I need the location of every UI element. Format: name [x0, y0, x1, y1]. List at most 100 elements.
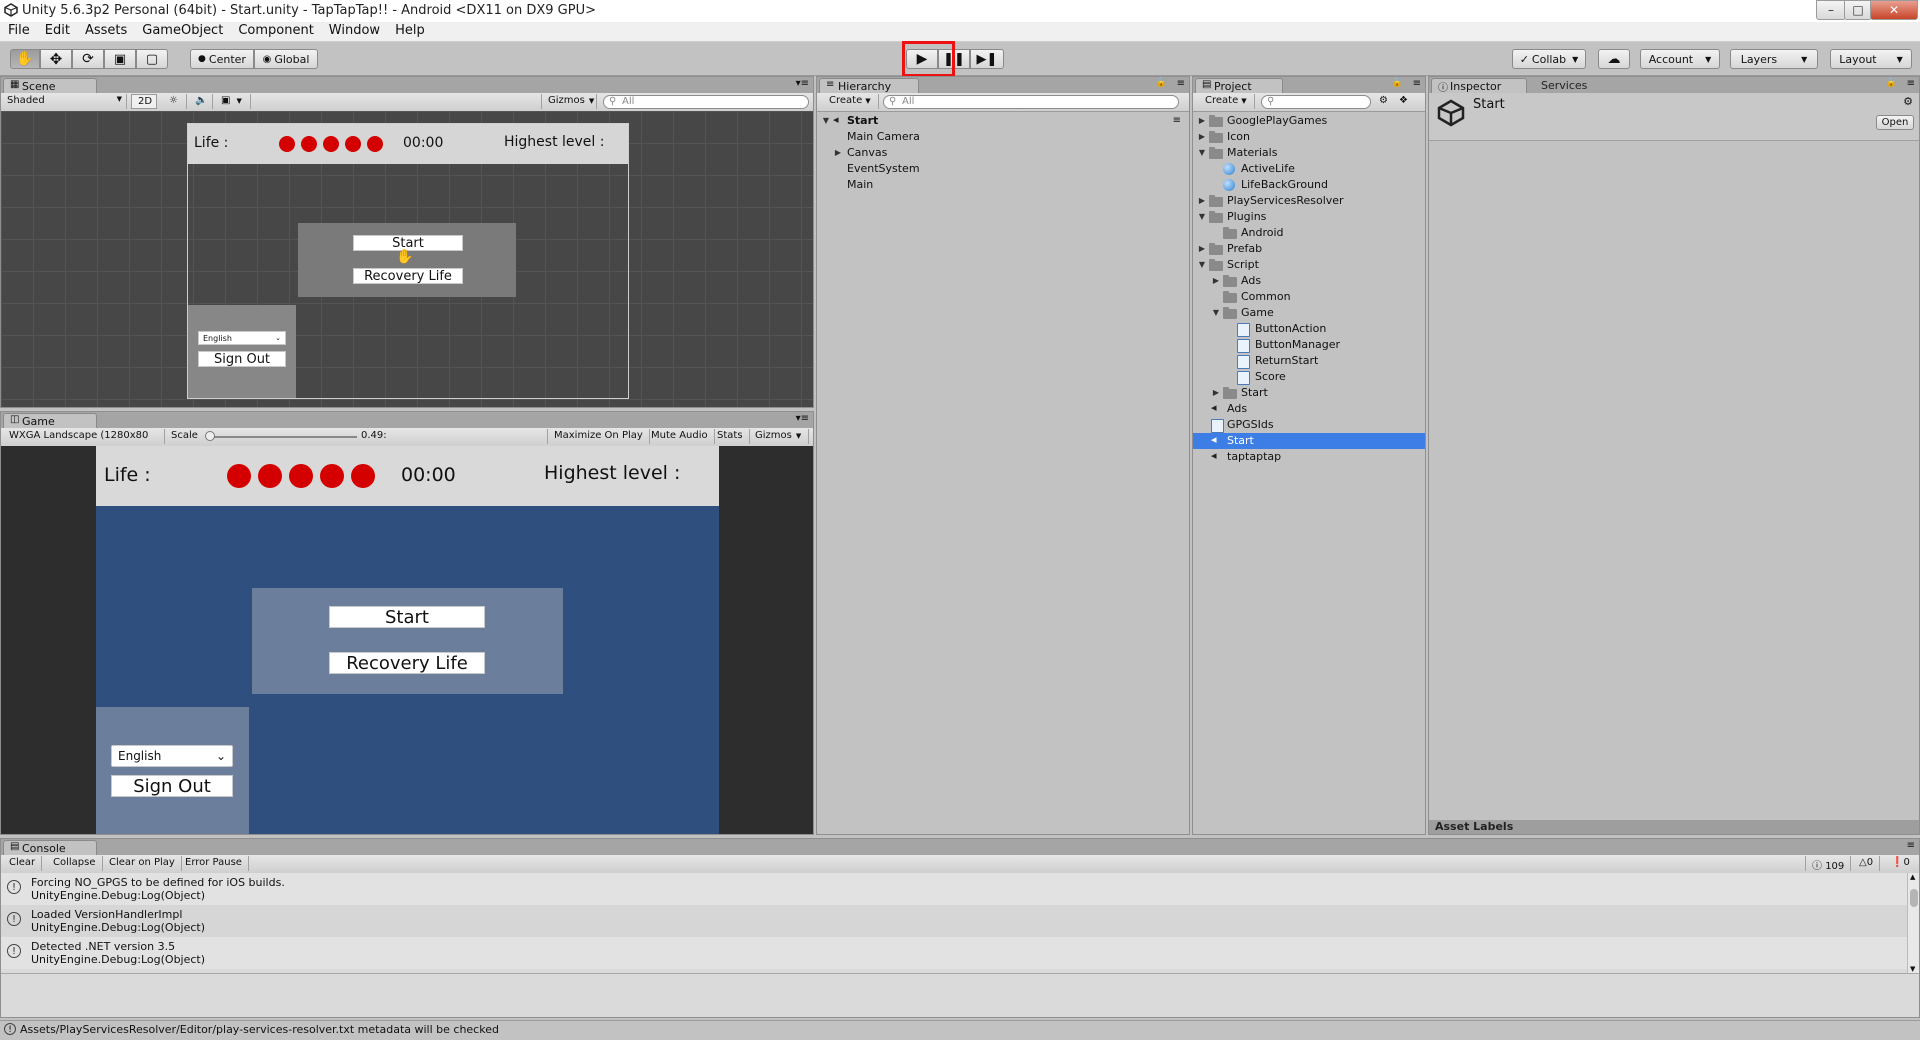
menu-component[interactable]: Component [230, 22, 320, 38]
project-search-input[interactable]: ⚲ [1261, 95, 1371, 109]
hierarchy-item[interactable]: Main [847, 177, 873, 193]
pivot-center-button[interactable]: ● Center [190, 49, 254, 69]
open-button[interactable]: Open [1876, 115, 1914, 130]
hierarchy-search-input[interactable]: ⚲ All [883, 95, 1179, 109]
minimize-button[interactable]: – [1816, 0, 1846, 20]
expand-arrow-icon[interactable]: ▼ [1197, 257, 1207, 273]
shading-mode-dropdown[interactable]: Shaded ▼ [1, 94, 127, 109]
scroll-up-icon[interactable]: ▲ [1910, 873, 1915, 881]
project-item[interactable]: ActiveLife [1193, 161, 1425, 177]
info-filter-toggle[interactable]: ⓘ 109 [1805, 856, 1852, 872]
item-menu-icon[interactable]: ≡ [1173, 113, 1181, 129]
cloud-button[interactable]: ☁ [1598, 49, 1630, 69]
scene-language-dropdown[interactable]: English ⌄ [198, 331, 286, 345]
layout-dropdown[interactable]: Layout ▼ [1830, 49, 1912, 69]
tab-project[interactable]: ▤ Project [1195, 78, 1283, 94]
effects-dropdown[interactable]: ▣ ▼ [215, 94, 251, 109]
hierarchy-item-canvas[interactable]: ▶ Canvas [817, 145, 1017, 161]
tab-scene[interactable]: ▦ Scene [3, 78, 97, 94]
scene-signout-button[interactable]: Sign Out [198, 351, 286, 367]
hierarchy-item[interactable]: EventSystem [847, 161, 920, 177]
project-item[interactable]: ButtonManager [1193, 337, 1425, 353]
error-filter-toggle[interactable]: ❗0 [1885, 856, 1916, 871]
menu-edit[interactable]: Edit [37, 22, 77, 38]
project-create-dropdown[interactable]: Create ▼ [1199, 94, 1255, 109]
expand-arrow-icon[interactable]: ▶ [1197, 241, 1207, 257]
project-item[interactable]: ◂ taptaptap [1193, 449, 1425, 465]
collapse-toggle[interactable]: Collapse [47, 856, 103, 871]
project-item[interactable]: ▶ Icon [1193, 129, 1425, 145]
lock-icon[interactable]: 🔒 [1886, 78, 1897, 88]
filter-type-icon[interactable]: ⚙ [1379, 95, 1388, 106]
scale-tool-button[interactable]: ▣ [104, 49, 136, 69]
panel-menu-icon[interactable]: ≡ [1413, 78, 1421, 89]
error-pause-toggle[interactable]: Error Pause [179, 856, 249, 871]
move-tool-button[interactable]: ✥ [40, 49, 72, 69]
project-item[interactable]: ▼ Plugins [1193, 209, 1425, 225]
project-item[interactable]: LifeBackGround [1193, 177, 1425, 193]
maximize-button[interactable]: □ [1844, 0, 1872, 20]
project-item[interactable]: ◂ Ads [1193, 401, 1425, 417]
scene-root-item[interactable]: ▼ ◂ Start ≡ [817, 113, 1189, 129]
lock-icon[interactable]: 🔒 [1156, 78, 1167, 88]
console-scrollbar[interactable]: ▲ ▼ [1907, 873, 1919, 973]
panel-menu-icon[interactable]: ≡ [1907, 78, 1915, 89]
project-item[interactable]: ButtonAction [1193, 321, 1425, 337]
panel-menu-icon[interactable]: ▾≡ [796, 78, 809, 89]
project-item[interactable]: ▼ Materials [1193, 145, 1425, 161]
project-item[interactable]: ▶ Start [1193, 385, 1425, 401]
expand-arrow-icon[interactable]: ▶ [1197, 193, 1207, 209]
menu-gameobject[interactable]: GameObject [134, 22, 230, 38]
expand-arrow-icon[interactable]: ▼ [1197, 145, 1207, 161]
expand-arrow-icon[interactable]: ▶ [1197, 113, 1207, 129]
step-button[interactable]: ▶❚ [970, 49, 1004, 69]
scrollbar-thumb[interactable] [1910, 889, 1918, 907]
clear-on-play-toggle[interactable]: Clear on Play [103, 856, 182, 871]
scene-gizmos-dropdown[interactable]: Gizmos ▼ [541, 94, 597, 109]
scale-slider-thumb[interactable] [205, 431, 215, 441]
expand-arrow-icon[interactable]: ▼ [821, 113, 831, 129]
lock-icon[interactable]: 🔒 [1392, 78, 1403, 88]
game-language-dropdown[interactable]: English ⌄ [111, 745, 233, 767]
game-start-button[interactable]: Start [329, 606, 485, 628]
console-entry[interactable]: ! Loaded VersionHandlerImpl UnityEngine.D… [1, 905, 1909, 937]
scene-search-input[interactable]: ⚲ All [603, 95, 809, 109]
menu-assets[interactable]: Assets [77, 22, 134, 38]
scene-viewport[interactable]: Life : 00:00 Highest level : Start ✋ Rec… [1, 111, 813, 407]
expand-arrow-icon[interactable]: ▼ [1211, 305, 1221, 321]
maximize-on-play-toggle[interactable]: Maximize On Play [547, 429, 650, 444]
close-button[interactable]: ✕ [1870, 0, 1918, 20]
project-item[interactable]: ▶ GooglePlayGames [1193, 113, 1425, 129]
expand-arrow-icon[interactable]: ▶ [1211, 273, 1221, 289]
hierarchy-item[interactable]: Main Camera [847, 129, 920, 145]
mode-2d-toggle[interactable]: 2D [131, 94, 157, 109]
hierarchy-create-dropdown[interactable]: Create ▼ [823, 94, 879, 109]
rotate-tool-button[interactable]: ⟳ [72, 49, 104, 69]
expand-arrow-icon[interactable]: ▼ [1197, 209, 1207, 225]
gear-icon[interactable]: ⚙ [1903, 95, 1913, 108]
console-entry[interactable]: ! Detected .NET version 3.5 UnityEngine.D… [1, 937, 1909, 969]
audio-toggle[interactable]: 🔈 [189, 94, 213, 109]
project-item[interactable]: ▼ Game [1193, 305, 1425, 321]
expand-arrow-icon[interactable]: ▶ [1211, 385, 1221, 401]
filter-label-icon[interactable]: ❖ [1399, 95, 1408, 106]
project-item[interactable]: Score [1193, 369, 1425, 385]
account-dropdown[interactable]: Account ▼ [1640, 49, 1720, 69]
tab-hierarchy[interactable]: ≡ Hierarchy [819, 78, 919, 94]
hand-tool-button[interactable]: ✋ [10, 49, 40, 69]
rect-tool-button[interactable]: ▢ [136, 49, 168, 69]
tab-game[interactable]: ◫ Game [3, 413, 97, 429]
project-item[interactable]: ▼ Script [1193, 257, 1425, 273]
pivot-global-button[interactable]: ◉ Global [254, 49, 318, 69]
menu-help[interactable]: Help [387, 22, 432, 38]
mute-audio-toggle[interactable]: Mute Audio [645, 429, 715, 444]
scroll-down-icon[interactable]: ▼ [1910, 965, 1915, 973]
scene-recovery-button[interactable]: Recovery Life [353, 268, 463, 284]
panel-menu-icon[interactable]: ≡ [1907, 840, 1915, 851]
lighting-toggle[interactable]: ☼ [163, 94, 187, 109]
game-viewport[interactable]: Life : 00:00 Highest level : Start Recov… [1, 446, 813, 834]
game-signout-button[interactable]: Sign Out [111, 775, 233, 797]
project-item[interactable]: ReturnStart [1193, 353, 1425, 369]
expand-arrow-icon[interactable]: ▶ [833, 145, 843, 161]
expand-arrow-icon[interactable]: ▶ [1197, 129, 1207, 145]
